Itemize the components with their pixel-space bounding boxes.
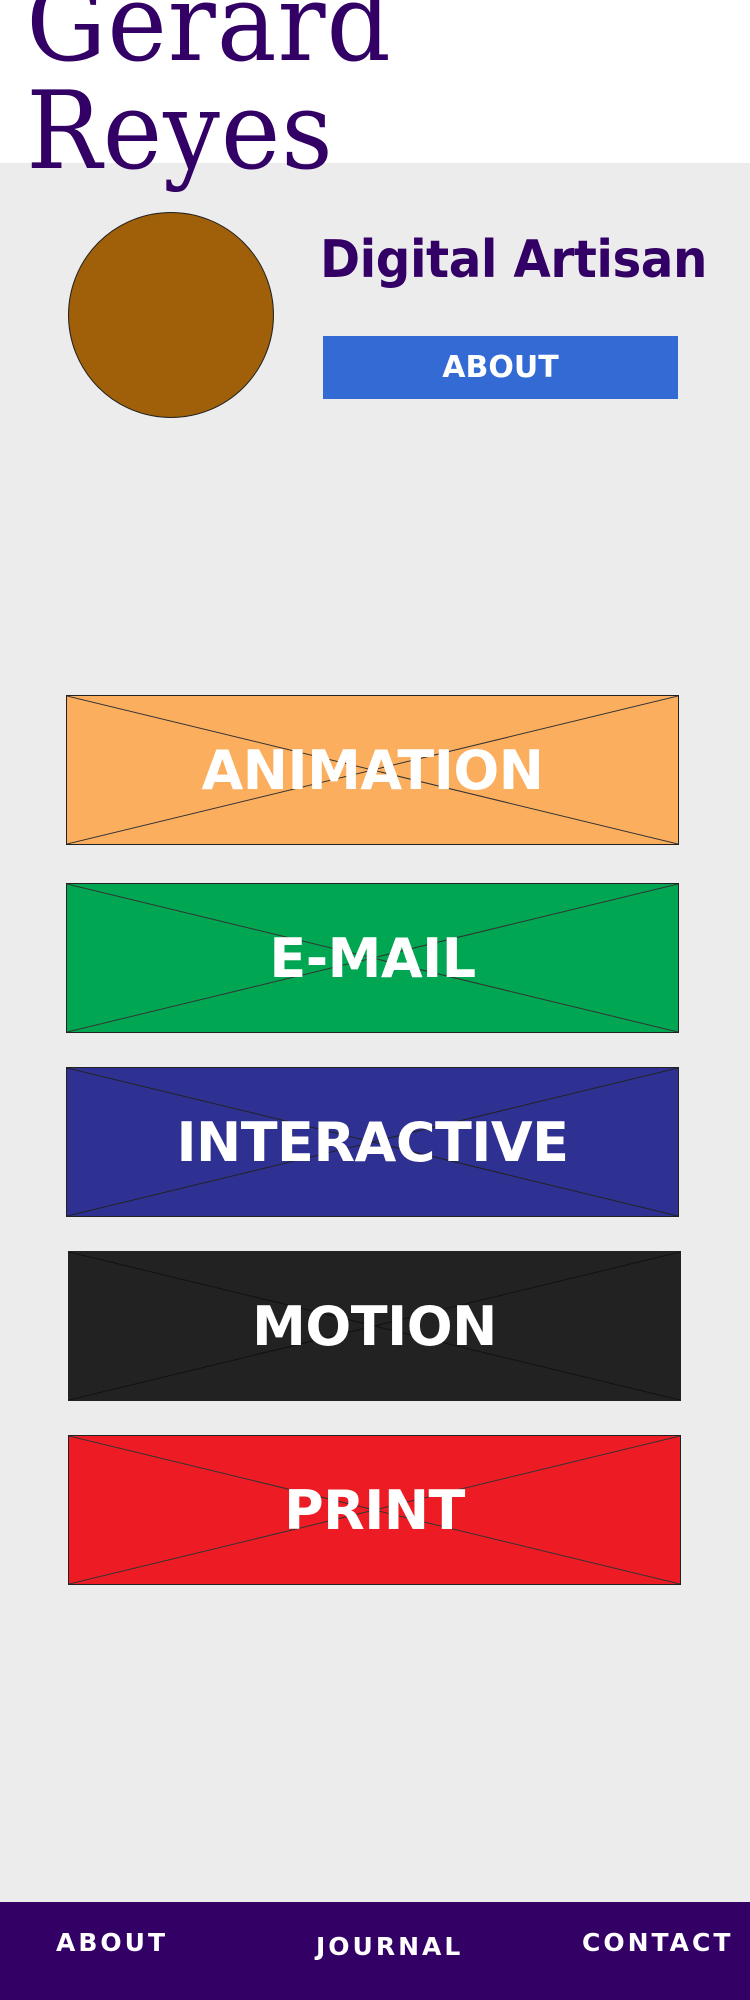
category-label: E-MAIL: [269, 926, 476, 990]
avatar: [68, 212, 274, 418]
category-tile-email[interactable]: E-MAIL: [66, 883, 679, 1033]
category-label: ANIMATION: [201, 738, 544, 802]
site-footer: ABOUT JOURNAL CONTACT: [0, 1902, 750, 2000]
profile-tagline: Digital Artisan: [320, 230, 707, 290]
category-tile-interactive[interactable]: INTERACTIVE: [66, 1067, 679, 1217]
category-label: INTERACTIVE: [176, 1110, 569, 1174]
category-label: PRINT: [284, 1478, 465, 1542]
category-tile-animation[interactable]: ANIMATION: [66, 695, 679, 845]
footer-link-journal[interactable]: JOURNAL: [316, 1932, 463, 1961]
about-button[interactable]: ABOUT: [323, 336, 678, 399]
footer-link-contact[interactable]: CONTACT: [582, 1928, 733, 1957]
site-header: Gerard Reyes: [0, 0, 750, 185]
site-logo[interactable]: Gerard Reyes: [26, 0, 724, 185]
footer-link-about[interactable]: ABOUT: [56, 1928, 168, 1957]
category-tile-print[interactable]: PRINT: [68, 1435, 681, 1585]
category-tile-motion[interactable]: MOTION: [68, 1251, 681, 1401]
category-label: MOTION: [252, 1294, 497, 1358]
